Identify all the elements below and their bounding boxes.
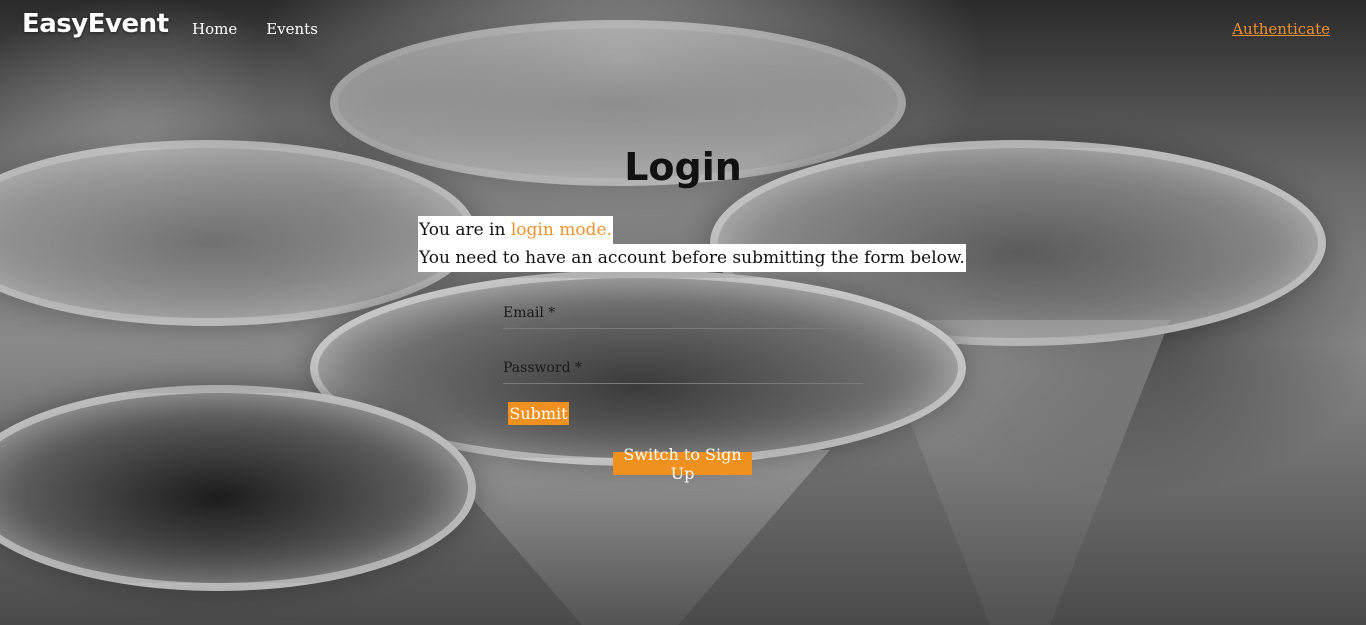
nav-link-authenticate[interactable]: Authenticate	[1232, 20, 1330, 38]
main-navigation: EasyEvent Home Events Authenticate	[0, 0, 1366, 58]
password-field[interactable]	[503, 358, 863, 383]
submit-button[interactable]: Submit	[508, 402, 569, 425]
email-field-wrapper: Email *	[503, 303, 863, 329]
password-field-wrapper: Password *	[503, 358, 863, 384]
mode-info-line-1: You are in login mode.	[418, 216, 613, 244]
brand-logo[interactable]: EasyEvent	[22, 9, 169, 39]
mode-indicator: login mode.	[510, 220, 612, 240]
nav-link-events[interactable]: Events	[266, 20, 318, 38]
email-field[interactable]	[503, 303, 863, 328]
mode-info-prefix: You are in	[419, 220, 511, 240]
nav-link-home[interactable]: Home	[192, 20, 237, 38]
mode-info: You are in login mode. You need to have …	[418, 216, 966, 272]
auth-page: Login You are in login mode. You need to…	[0, 0, 1366, 625]
mode-info-line-2: You need to have an account before submi…	[418, 244, 966, 272]
switch-to-signup-button[interactable]: Switch to Sign Up	[613, 445, 752, 483]
nav-links: Home Events	[192, 20, 318, 38]
page-title: Login	[624, 145, 742, 189]
